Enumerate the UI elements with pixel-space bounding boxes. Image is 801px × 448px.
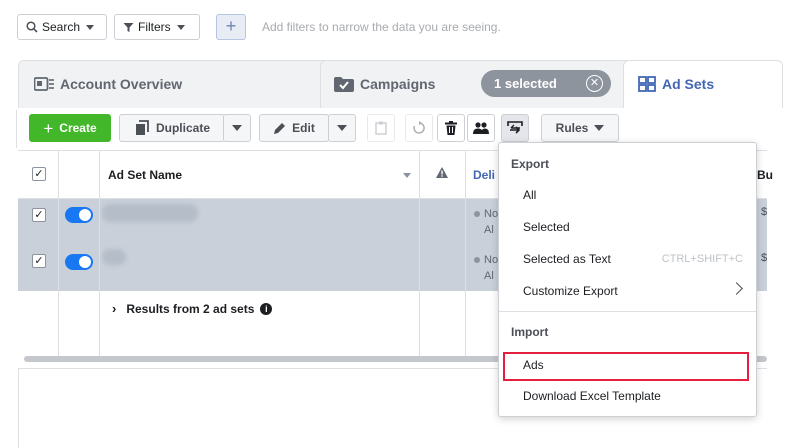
export-import-button[interactable] [501,114,529,142]
delivery-line2: Al [484,224,494,236]
menu-separator [499,311,756,312]
chevron-down-icon [86,24,95,30]
warning-icon [436,167,448,181]
keyboard-shortcut: CTRL+SHIFT+C [661,253,743,265]
ad-sets-icon [638,76,656,92]
highlight-box [503,352,749,381]
export-header: Export [511,157,550,171]
info-icon[interactable]: i [260,302,273,315]
sort-caret-icon[interactable] [403,173,411,178]
tab-account-text: Account Overview [60,76,183,92]
results-summary[interactable]: › Results from 2 ad sets i [112,301,273,316]
delete-button[interactable] [437,114,465,142]
rules-label: Rules [555,121,589,135]
row-checkbox[interactable]: ✓ [32,254,46,268]
status-dot-icon [474,257,480,264]
edit-label: Edit [292,121,315,135]
tab-account-label: Account Overview [34,76,182,92]
chevron-down-icon [337,125,347,131]
funnel-icon [123,22,134,32]
tab-adsets-text: Ad Sets [662,76,715,92]
row-delivery: No Al [474,252,498,284]
delivery-line1: No [484,254,499,266]
row-budget: $ [761,206,768,218]
selected-pill[interactable]: 1 selected ✕ [481,70,611,97]
row-checkbox[interactable]: ✓ [32,208,46,222]
audience-button[interactable] [467,114,495,142]
duplicate-dropdown-button[interactable] [223,114,251,142]
plus-icon: + [43,118,54,138]
menu-item-export-all[interactable]: All [500,180,755,210]
duplicate-button[interactable]: Duplicate [119,114,225,142]
filter-hint: Add filters to narrow the data you are s… [262,20,501,34]
row-toggle[interactable] [65,254,93,270]
column-header-delivery[interactable]: Deli [473,168,495,182]
menu-item-export-selected[interactable]: Selected [500,212,755,242]
menu-item-label: Customize Export [523,284,618,298]
column-divider [419,151,420,357]
create-button[interactable]: + Create [29,114,111,142]
chevron-right-icon [730,282,743,295]
menu-item-export-selected-text[interactable]: Selected as Text CTRL+SHIFT+C [500,244,755,274]
tab-campaigns-text: Campaigns [360,76,436,92]
chevron-down-icon [232,125,242,131]
delivery-line1: No [484,208,499,220]
filters-button[interactable]: Filters [114,14,200,40]
trash-icon [445,121,457,135]
column-divider [99,151,100,357]
chevron-right-icon: › [112,301,117,316]
delivery-line2: Al [484,270,494,282]
filter-bar: Search Filters + Add filters to narrow t… [16,10,767,44]
search-label: Search [42,20,81,34]
column-header-budget[interactable]: Bu [757,168,773,182]
selected-pill-text: 1 selected [494,76,557,91]
import-header: Import [511,325,549,339]
create-label: Create [59,121,97,135]
redacted-name [102,204,198,222]
folder-check-icon [334,76,354,92]
results-text: Results from 2 ad sets [126,301,255,316]
row-toggle[interactable] [65,207,93,223]
row-budget: $ [761,252,768,264]
row-delivery: No Al [474,206,498,238]
edit-dropdown-button[interactable] [328,114,356,142]
account-overview-icon [34,77,54,91]
search-button[interactable]: Search [17,14,107,40]
refresh-icon [413,121,425,134]
column-divider [465,151,466,357]
pencil-icon [274,122,286,134]
level-tabs: Account Overview Campaigns 1 selected ✕ … [16,60,783,110]
column-header-name[interactable]: Ad Set Name [108,168,182,182]
rules-button[interactable]: Rules [541,114,619,142]
add-filter-button[interactable]: + [216,14,246,40]
menu-item-label: Selected [523,220,570,234]
clipboard-button[interactable] [367,114,395,142]
column-divider [58,151,59,357]
select-all-checkbox[interactable]: ✓ [32,167,46,181]
menu-item-label: Selected as Text [523,252,611,266]
export-import-icon [507,121,523,134]
menu-item-download-template[interactable]: Download Excel Template [500,381,755,411]
close-icon[interactable]: ✕ [586,75,603,92]
chevron-down-icon [594,125,605,131]
status-dot-icon [474,211,480,218]
redacted-name [102,249,126,265]
clipboard-icon [375,121,387,135]
search-icon [26,21,38,33]
edit-button[interactable]: Edit [259,114,329,142]
menu-item-label: All [523,188,537,202]
duplicate-icon [135,120,149,135]
export-import-menu: Export All Selected Selected as Text CTR… [498,142,757,417]
duplicate-label: Duplicate [155,121,210,135]
filters-label: Filters [138,20,171,34]
tab-adsets-label: Ad Sets [638,76,714,92]
menu-item-customize-export[interactable]: Customize Export [500,276,755,306]
refresh-button[interactable] [405,114,433,142]
menu-item-label: Download Excel Template [523,389,661,403]
tab-campaigns-label: Campaigns [334,76,435,92]
people-icon [473,121,489,134]
divider [18,368,19,448]
chevron-down-icon [176,24,185,30]
